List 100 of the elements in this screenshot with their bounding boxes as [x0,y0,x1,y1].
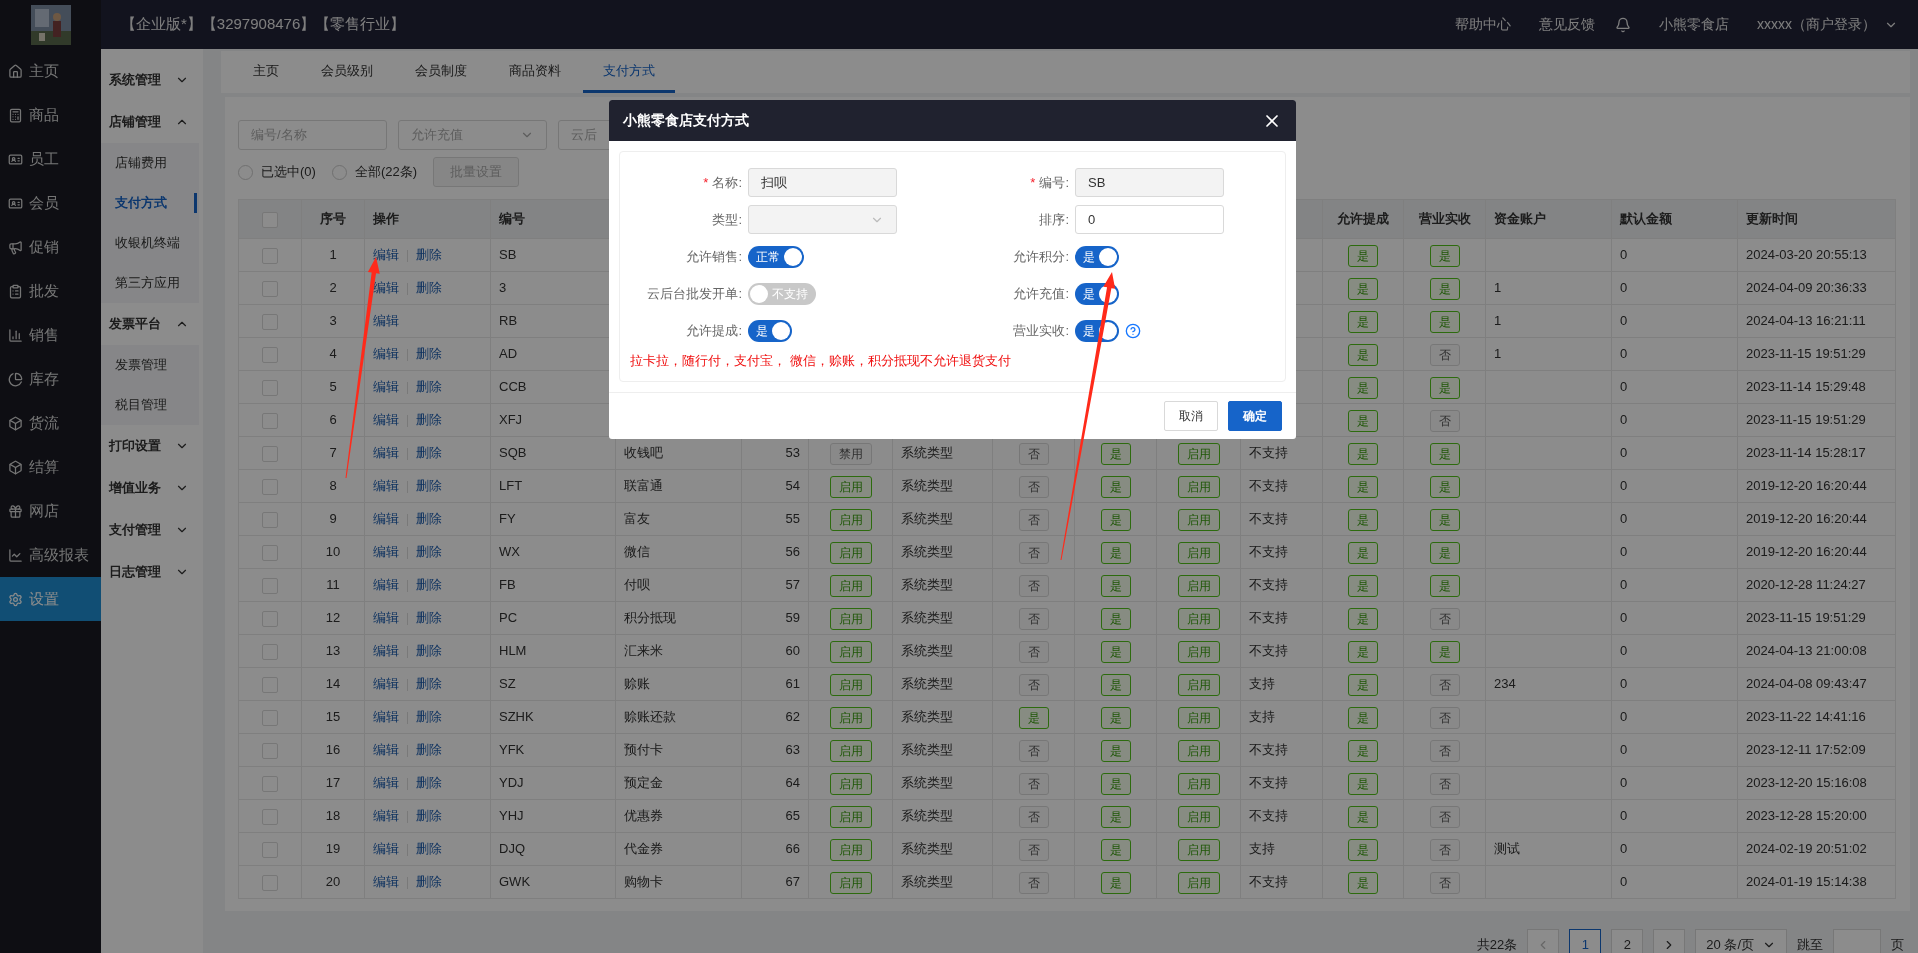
page-size-select[interactable]: 20 条/页 [1695,929,1787,953]
action-link[interactable]: 删除 [416,379,442,395]
nav-item[interactable]: 员工 [0,137,101,181]
action-link[interactable]: 编辑 [373,247,399,263]
previous-page-button[interactable] [1527,929,1560,953]
action-link[interactable]: 删除 [416,808,442,824]
action-link[interactable]: 删除 [416,577,442,593]
sidebar-group[interactable]: 系统管理 [101,59,203,101]
confirm-button[interactable]: 确定 [1228,400,1282,431]
action-link[interactable]: 删除 [416,709,442,725]
action-link[interactable]: 删除 [416,544,442,560]
tab[interactable]: 支付方式 [583,51,675,93]
action-link[interactable]: 编辑 [373,379,399,395]
action-link[interactable]: 编辑 [373,511,399,527]
nav-item[interactable]: 网店 [0,489,101,533]
action-link[interactable]: 编辑 [373,874,399,890]
action-link[interactable]: 删除 [416,478,442,494]
action-link[interactable]: 删除 [416,280,442,296]
action-link[interactable]: 编辑 [373,775,399,791]
action-link[interactable]: 编辑 [373,346,399,362]
help-icon[interactable] [1125,322,1141,339]
action-link[interactable]: 删除 [416,841,442,857]
header-link[interactable]: 帮助中心 [1455,14,1511,35]
nav-item[interactable]: 批发 [0,269,101,313]
nav-item[interactable]: 商品 [0,93,101,137]
action-link[interactable]: 删除 [416,742,442,758]
sidebar-item[interactable]: 收银机终端 [101,223,199,263]
nav-item[interactable]: 货流 [0,401,101,445]
action-link[interactable]: 编辑 [373,676,399,692]
sidebar-item[interactable]: 第三方应用 [101,263,199,303]
action-link[interactable]: 编辑 [373,313,399,329]
nav-item[interactable]: 结算 [0,445,101,489]
action-link[interactable]: 删除 [416,643,442,659]
store-name[interactable]: 小熊零食店 [1659,14,1729,35]
sidebar-item[interactable]: 税目管理 [101,385,199,425]
tab[interactable]: 主页 [233,51,299,93]
page-button[interactable]: 2 [1611,929,1644,953]
text-field[interactable]: 0 [1075,205,1224,234]
action-link[interactable]: 删除 [416,676,442,692]
sidebar-group[interactable]: 发票平台 [101,303,203,345]
action-link[interactable]: 编辑 [373,841,399,857]
action-link[interactable]: 编辑 [373,709,399,725]
action-link[interactable]: 编辑 [373,643,399,659]
radio-option[interactable]: 全部(22条) [331,162,417,182]
action-link[interactable]: 编辑 [373,544,399,560]
tab[interactable]: 商品资料 [489,51,581,93]
action-link[interactable]: 删除 [416,412,442,428]
cube-icon [8,459,23,475]
status-tag: 启用 [1177,608,1220,630]
nav-item[interactable]: 销售 [0,313,101,357]
nav-item[interactable]: 促销 [0,225,101,269]
toggle-switch[interactable]: 是 [1075,319,1119,342]
status-tag: 是 [1348,311,1378,333]
table-cell: FB [490,568,616,602]
user-menu[interactable]: xxxxx（商户登录） [1757,14,1898,35]
sidebar-group[interactable]: 支付管理 [101,509,203,551]
action-link[interactable]: 编辑 [373,808,399,824]
nav-item[interactable]: 主页 [0,49,101,93]
action-link[interactable]: 删除 [416,346,442,362]
sidebar-item[interactable]: 店铺费用 [101,143,199,183]
table-cell: 0 [1611,700,1738,734]
action-link[interactable]: 删除 [416,445,442,461]
header-link[interactable]: 意见反馈 [1539,14,1595,35]
action-link[interactable]: 编辑 [373,577,399,593]
tab[interactable]: 会员制度 [395,51,487,93]
next-page-button[interactable] [1653,929,1686,953]
action-link[interactable]: 编辑 [373,445,399,461]
sidebar-group[interactable]: 日志管理 [101,551,203,593]
sidebar-item[interactable]: 发票管理 [101,345,199,385]
sidebar-group[interactable]: 增值业务 [101,467,203,509]
table-cell: 1 [1485,271,1612,305]
toggle-switch[interactable]: 是 [748,319,792,342]
action-link[interactable]: 编辑 [373,742,399,758]
action-link[interactable]: 删除 [416,610,442,626]
nav-item[interactable]: 高级报表 [0,533,101,577]
table-cell: 59 [741,601,809,635]
action-link[interactable]: 删除 [416,247,442,263]
action-link[interactable]: 编辑 [373,478,399,494]
sidebar-group[interactable]: 打印设置 [101,425,203,467]
table-cell: 2023-12-28 15:20:00 [1737,799,1896,833]
page-button[interactable]: 1 [1569,929,1602,953]
field-label: 排序: [1039,210,1069,229]
action-link[interactable]: 编辑 [373,610,399,626]
nav-item[interactable]: 会员 [0,181,101,225]
toggle-switch[interactable]: 正常 [748,245,804,268]
bell-icon[interactable] [1615,16,1631,33]
action-link[interactable]: 删除 [416,775,442,791]
table-cell: 系统类型 [892,469,993,503]
action-link[interactable]: 删除 [416,511,442,527]
action-link[interactable]: 删除 [416,874,442,890]
toggle-switch[interactable]: 是 [1075,245,1119,268]
nav-item[interactable]: 库存 [0,357,101,401]
nav-item[interactable]: 设置 [0,577,101,621]
action-link[interactable]: 编辑 [373,412,399,428]
sidebar-item[interactable]: 支付方式 [101,183,199,223]
sidebar-group[interactable]: 店铺管理 [101,101,203,143]
radio-option[interactable]: 已选中(0) [238,162,316,182]
tab[interactable]: 会员级别 [301,51,393,93]
cancel-button[interactable]: 取消 [1164,400,1218,431]
action-link[interactable]: 编辑 [373,280,399,296]
